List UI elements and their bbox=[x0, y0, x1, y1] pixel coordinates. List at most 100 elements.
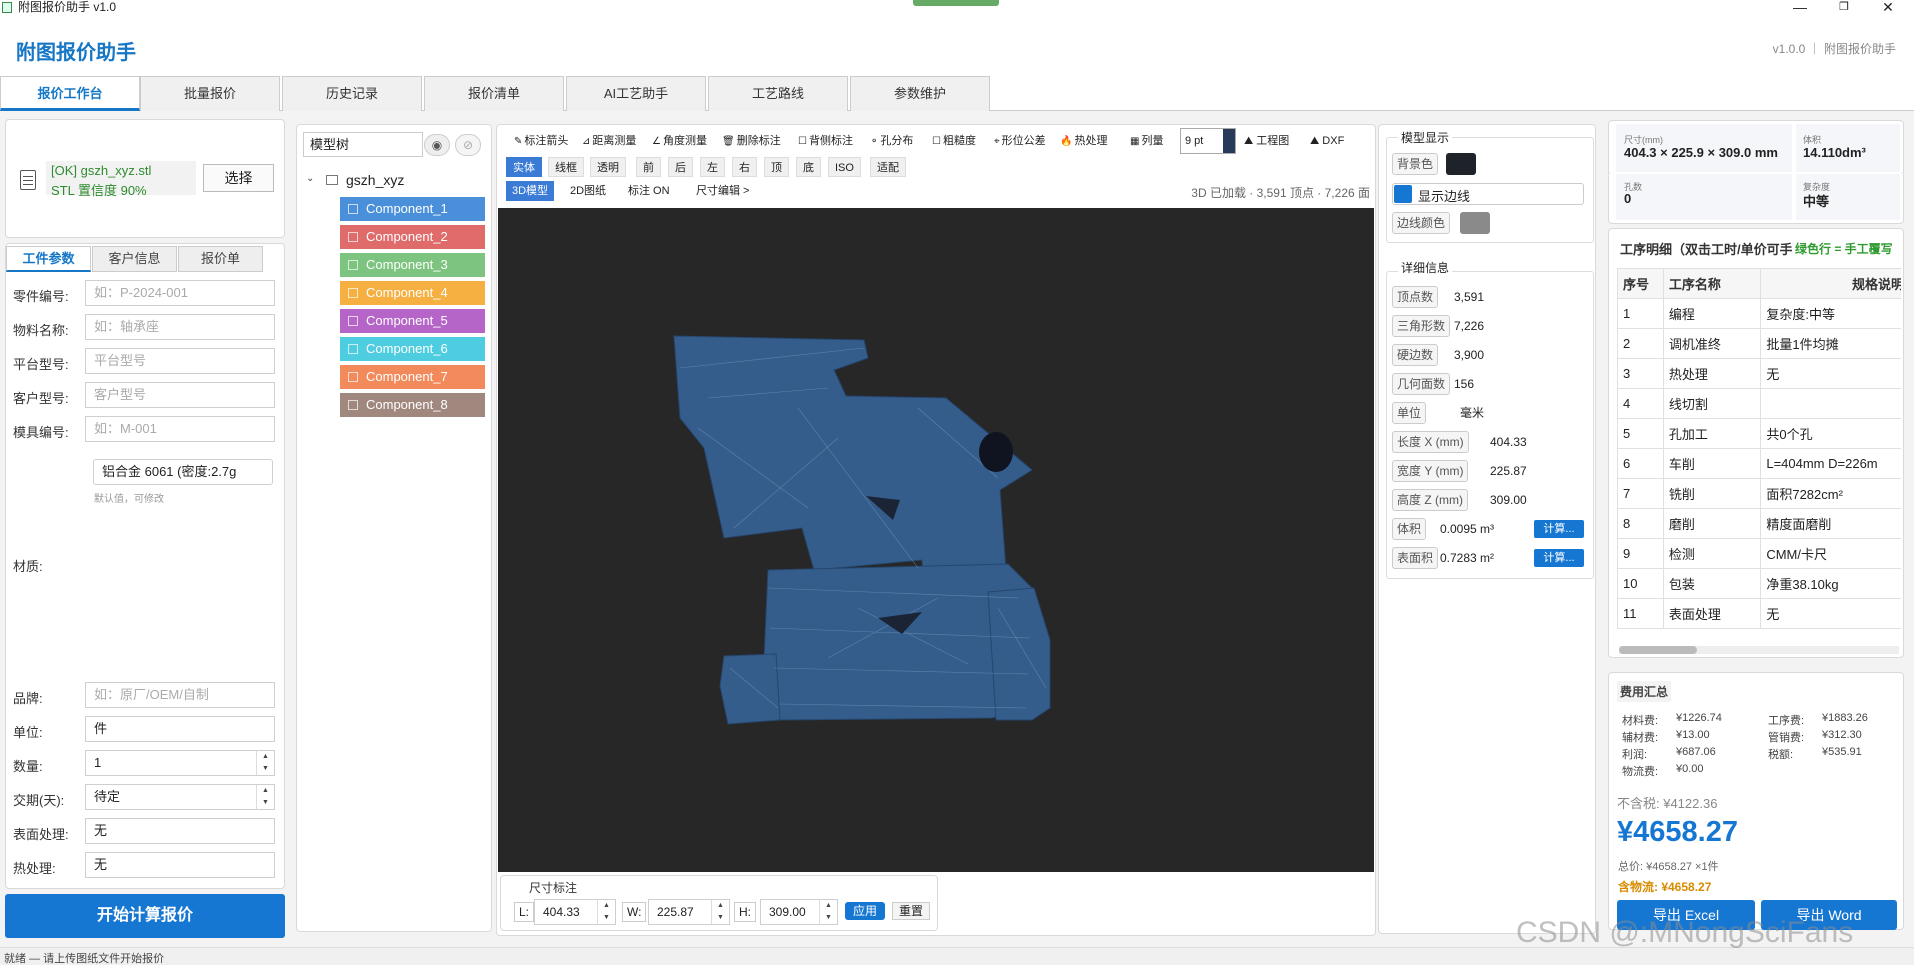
unit-input[interactable]: 件 bbox=[85, 716, 275, 742]
tab-ai-assistant[interactable]: AI工艺助手 bbox=[566, 76, 706, 111]
table-row[interactable]: 6 车削 L=404mm D=226m bbox=[1617, 448, 1901, 479]
annotation-tool-button[interactable]: ☐ 背侧标注 bbox=[794, 130, 857, 152]
visibility-checkbox[interactable] bbox=[348, 372, 358, 382]
view-button[interactable]: 底 bbox=[796, 157, 821, 177]
annotation-tool-button[interactable]: ⚬ 孔分布 bbox=[866, 130, 917, 152]
close-button[interactable]: ✕ bbox=[1868, 0, 1908, 16]
table-row[interactable]: 2 调机准终 批量1件均摊 bbox=[1617, 328, 1901, 359]
visibility-checkbox[interactable] bbox=[348, 344, 358, 354]
visibility-checkbox[interactable] bbox=[348, 400, 358, 410]
annotation-tool-button[interactable]: ∠ 角度测量 bbox=[648, 130, 711, 152]
visibility-checkbox[interactable] bbox=[348, 316, 358, 326]
length-spin-arrows[interactable]: ▲ ▼ bbox=[597, 900, 615, 924]
show-edges-checkbox[interactable] bbox=[1394, 185, 1412, 203]
brand-input[interactable]: 如：原厂/OEM/自制 bbox=[85, 682, 275, 708]
choose-file-button[interactable]: 选择 bbox=[203, 164, 274, 192]
mode-button[interactable]: 3D模型 bbox=[506, 181, 555, 201]
height-stepper[interactable]: 309.00 ▲ ▼ bbox=[760, 899, 838, 925]
table-row[interactable]: 3 热处理无 bbox=[1617, 358, 1901, 389]
table-row[interactable]: 11 表面处理无 bbox=[1617, 598, 1901, 629]
annotation-tool-button[interactable]: ✎ 标注箭头 bbox=[510, 130, 572, 152]
view-button[interactable]: 线框 bbox=[548, 157, 584, 177]
width-spin-arrows[interactable]: ▲ ▼ bbox=[711, 900, 729, 924]
dxf-button[interactable]: ⛰ DXF bbox=[1306, 130, 1348, 152]
material-select[interactable]: 铝合金 6061 (密度:2.7g bbox=[93, 459, 273, 485]
view-button[interactable]: 后 bbox=[668, 157, 693, 177]
table-row[interactable]: 9 检测 CMM/卡尺 bbox=[1617, 538, 1901, 569]
component-item[interactable]: Component_5 bbox=[340, 309, 485, 333]
subtab-part-params[interactable]: 工件参数 bbox=[6, 246, 91, 272]
part-no-input[interactable]: 如：P-2024-001 bbox=[85, 280, 275, 306]
font-size-input[interactable]: 9 pt bbox=[1180, 128, 1236, 154]
annotation-tool-button[interactable]: ▦ 列量 bbox=[1126, 130, 1167, 152]
annotation-tool-button[interactable]: 🗑 删除标注 bbox=[718, 130, 785, 152]
tree-collapse-chevron-icon[interactable]: ⌄ bbox=[306, 173, 314, 184]
mode-button[interactable]: 2D图纸 bbox=[564, 181, 612, 201]
annotation-tool-button[interactable]: ⌖ 形位公差 bbox=[990, 130, 1050, 152]
view-button[interactable]: ISO bbox=[828, 157, 861, 177]
tree-root[interactable]: gszh_xyz bbox=[346, 172, 404, 188]
3d-viewport[interactable] bbox=[498, 208, 1374, 872]
tab-quote-workbench[interactable]: 报价工作台 bbox=[0, 76, 140, 111]
table-row[interactable]: 5 孔加工 共0个孔 bbox=[1617, 418, 1901, 449]
customer-model-input[interactable]: 客户型号 bbox=[85, 382, 275, 408]
platform-input[interactable]: 平台型号 bbox=[85, 348, 275, 374]
tab-process-route[interactable]: 工艺路线 bbox=[708, 76, 848, 111]
tab-quote-list[interactable]: 报价清单 bbox=[424, 76, 564, 111]
engineering-drawing-button[interactable]: ⛰ 工程图 bbox=[1240, 130, 1293, 152]
lead-time-spin-arrows[interactable]: ▲ ▼ bbox=[256, 785, 274, 809]
view-button[interactable]: 适配 bbox=[870, 157, 906, 177]
visibility-checkbox[interactable] bbox=[348, 288, 358, 298]
quantity-spin-arrows[interactable]: ▲ ▼ bbox=[256, 751, 274, 775]
subtab-customer-info[interactable]: 客户信息 bbox=[92, 246, 177, 272]
start-quote-button[interactable]: 开始计算报价 bbox=[5, 894, 285, 938]
table-row[interactable]: 4 线切割 bbox=[1617, 388, 1901, 419]
edge-color-swatch[interactable] bbox=[1460, 212, 1490, 234]
heat-input[interactable]: 无 bbox=[85, 852, 275, 878]
view-button[interactable]: 前 bbox=[636, 157, 661, 177]
quantity-stepper[interactable]: 1 ▲ ▼ bbox=[85, 750, 275, 776]
calculate-button[interactable]: 计算... bbox=[1534, 549, 1584, 567]
visibility-checkbox[interactable] bbox=[348, 232, 358, 242]
minimize-button[interactable]: — bbox=[1780, 0, 1820, 16]
mode-button[interactable]: 标注 ON bbox=[622, 181, 676, 201]
table-row[interactable]: 8 磨削 精度面磨削 bbox=[1617, 508, 1901, 539]
component-item[interactable]: Component_6 bbox=[340, 337, 485, 361]
hide-all-eye-icon[interactable]: ⊘ bbox=[455, 134, 481, 156]
calculate-button[interactable]: 计算... bbox=[1534, 520, 1584, 538]
apply-dims-button[interactable]: 应用 bbox=[845, 902, 885, 920]
table-row[interactable]: 1 编程 复杂度:中等 bbox=[1617, 298, 1901, 329]
show-all-eye-icon[interactable]: ◉ bbox=[424, 134, 450, 156]
component-item[interactable]: Component_8 bbox=[340, 393, 485, 417]
mold-no-input[interactable]: 如：M-001 bbox=[85, 416, 275, 442]
process-table-wrap[interactable]: 序号 工序名称 规格说明 1 编程 复杂度:中等 2 调机准终 批量1件均摊 3 热处理无 4 线切割 5… bbox=[1617, 268, 1901, 650]
component-item[interactable]: Component_1 bbox=[340, 197, 485, 221]
length-stepper[interactable]: 404.33 ▲ ▼ bbox=[534, 899, 616, 925]
tab-batch-quote[interactable]: 批量报价 bbox=[140, 76, 280, 111]
view-button[interactable]: 实体 bbox=[506, 157, 542, 177]
process-scroll-thumb[interactable] bbox=[1619, 646, 1697, 654]
annotation-tool-button[interactable]: ☐ 粗糙度 bbox=[928, 130, 980, 152]
view-button[interactable]: 透明 bbox=[590, 157, 626, 177]
tab-history[interactable]: 历史记录 bbox=[282, 76, 422, 111]
process-scrollbar[interactable] bbox=[1619, 646, 1899, 654]
view-button[interactable]: 顶 bbox=[764, 157, 789, 177]
maximize-button[interactable]: ❐ bbox=[1824, 0, 1864, 16]
reset-dims-button[interactable]: 重置 bbox=[892, 902, 930, 920]
annotation-tool-button[interactable]: ⊿ 距离测量 bbox=[578, 130, 640, 152]
lead-time-stepper[interactable]: 待定 ▲ ▼ bbox=[85, 784, 275, 810]
table-row[interactable]: 10 包装 净重38.10kg bbox=[1617, 568, 1901, 599]
component-item[interactable]: Component_4 bbox=[340, 281, 485, 305]
tab-param-maintenance[interactable]: 参数维护 bbox=[850, 76, 990, 111]
process-table[interactable]: 序号 工序名称 规格说明 1 编程 复杂度:中等 2 调机准终 批量1件均摊 3 热处理无 4 线切割 5… bbox=[1617, 268, 1901, 629]
view-button[interactable]: 左 bbox=[700, 157, 725, 177]
component-item[interactable]: Component_3 bbox=[340, 253, 485, 277]
surface-input[interactable]: 无 bbox=[85, 818, 275, 844]
component-item[interactable]: Component_2 bbox=[340, 225, 485, 249]
visibility-checkbox[interactable] bbox=[348, 260, 358, 270]
component-item[interactable]: Component_7 bbox=[340, 365, 485, 389]
height-spin-arrows[interactable]: ▲ ▼ bbox=[819, 900, 837, 924]
mode-button[interactable]: 尺寸编辑 > bbox=[690, 181, 755, 201]
material-name-input[interactable]: 如：轴承座 bbox=[85, 314, 275, 340]
subtab-quote-sheet[interactable]: 报价单 bbox=[178, 246, 263, 272]
